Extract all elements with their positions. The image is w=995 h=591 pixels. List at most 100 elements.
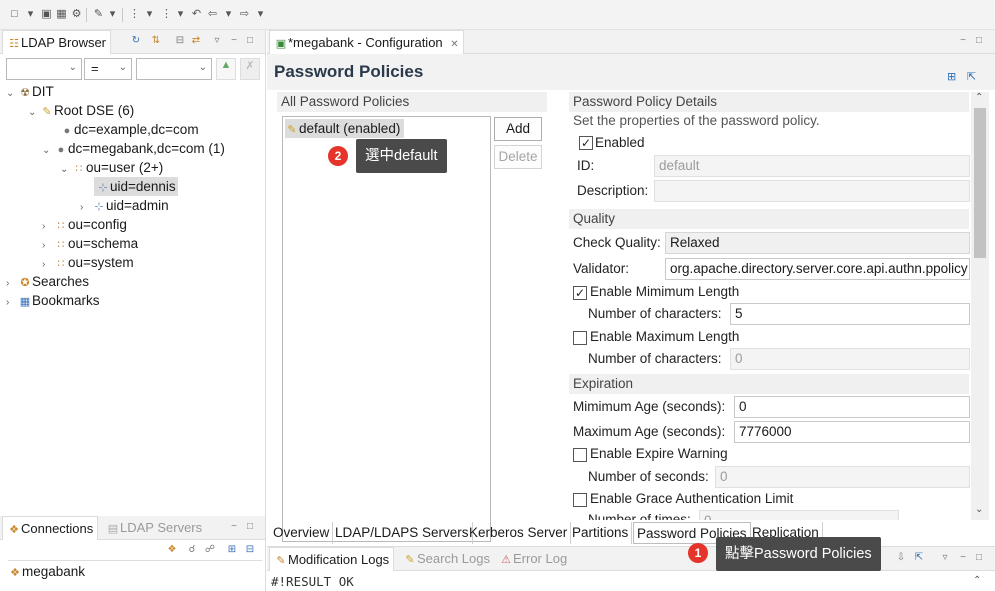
max-chars-field[interactable]: 0	[730, 348, 970, 370]
tab-error-log[interactable]: ⚠ Error Log	[495, 547, 571, 571]
maximize-icon[interactable]: □	[244, 521, 256, 532]
filter-attribute-select[interactable]: ⌄	[6, 58, 82, 80]
chevron-up-icon[interactable]: ⌃	[973, 575, 981, 586]
tab-megabank-configuration[interactable]: ▣ *megabank - Configuration ✕	[269, 30, 464, 54]
dropdown-arrow-icon[interactable]: ▾	[106, 8, 119, 21]
tree-item-root-dse[interactable]: ⌄ ✎ Root DSE (6)	[28, 101, 134, 120]
export-log-icon[interactable]: ⇱	[913, 552, 925, 563]
forward-icon[interactable]: ⇨	[238, 8, 251, 21]
grace-limit-checkbox[interactable]	[573, 493, 587, 507]
tab-modification-logs[interactable]: ✎ Modification Logs	[269, 547, 395, 571]
apply-filter-button[interactable]: ▲	[216, 58, 236, 80]
new-icon[interactable]: □	[8, 8, 21, 21]
minimize-icon[interactable]: −	[957, 552, 969, 563]
collapse-all-icon[interactable]: ⊟	[244, 544, 256, 555]
tree-item-ou-schema[interactable]: › ∷ ou=schema	[42, 234, 138, 253]
view-menu-icon[interactable]: ▿	[939, 552, 951, 563]
back-history-icon[interactable]: ↶	[190, 8, 203, 21]
collapse-all-icon[interactable]: ⊟	[174, 35, 186, 46]
tree-item-bookmarks[interactable]: › ▦ Bookmarks	[6, 291, 100, 310]
min-age-label: Mimimum Age (seconds):	[573, 399, 726, 414]
annotation-icon[interactable]: ⋮	[128, 8, 141, 21]
export-config-icon[interactable]: ⇱	[967, 70, 976, 83]
new-connection-icon[interactable]: ❖	[166, 544, 178, 555]
tree-item-example[interactable]: ● dc=example,dc=com	[48, 120, 199, 139]
minimize-icon[interactable]: −	[228, 35, 240, 46]
settings-icon[interactable]: ⚙	[70, 8, 83, 21]
ldap-browser-view: ☷ LDAP Browser ↻ ⇅ ⊟ ⇄ ▿ − □ ⌄ = ⌄ ⌄ ▲ ✗ ⌄…	[0, 30, 266, 516]
validator-field[interactable]: org.apache.directory.server.core.api.aut…	[665, 258, 970, 280]
chevron-up-icon[interactable]: ⌃	[975, 92, 983, 103]
open-connection-icon[interactable]: ☌	[186, 544, 198, 555]
enabled-checkbox[interactable]: ✓	[579, 136, 593, 150]
tab-ldap-ldaps-servers[interactable]: LDAP/LDAPS Servers	[332, 522, 473, 544]
tab-ldap-servers[interactable]: ▤ LDAP Servers	[102, 516, 206, 540]
tab-ldap-browser[interactable]: ☷ LDAP Browser	[2, 30, 112, 54]
minimize-icon[interactable]: −	[228, 521, 240, 532]
page-title-bar: Password Policies ⊞ ⇱	[267, 54, 995, 90]
expire-warning-checkbox[interactable]	[573, 448, 587, 462]
dropdown-arrow-icon[interactable]: ▾	[174, 8, 187, 21]
print-icon[interactable]: ▦	[55, 8, 68, 21]
times-field[interactable]: 0	[699, 510, 899, 520]
dropdown-arrow-icon[interactable]: ▾	[24, 8, 37, 21]
tab-overview[interactable]: Overview	[270, 522, 334, 544]
seconds-field[interactable]: 0	[715, 466, 970, 488]
dropdown-arrow-icon[interactable]: ▾	[143, 8, 156, 21]
close-connection-icon[interactable]: ☍	[204, 544, 216, 555]
enable-min-length-checkbox[interactable]: ✓	[573, 286, 587, 300]
tab-kerberos-server[interactable]: Kerberos Server	[466, 522, 572, 544]
view-menu-icon[interactable]: ▿	[211, 35, 223, 46]
maximize-icon[interactable]: □	[244, 35, 256, 46]
tree-item-label: uid=admin	[106, 198, 169, 213]
tree-item-uid-dennis[interactable]: ⊹ uid=dennis	[94, 177, 178, 196]
min-age-field[interactable]: 0	[734, 396, 970, 418]
expand-all-icon[interactable]: ⊞	[226, 544, 238, 555]
maximize-icon[interactable]: □	[973, 35, 985, 46]
dropdown-arrow-icon[interactable]: ▾	[222, 8, 235, 21]
enable-max-length-checkbox[interactable]	[573, 331, 587, 345]
save-icon[interactable]: ▣	[40, 8, 53, 21]
tree-item-searches[interactable]: › ✪ Searches	[6, 272, 89, 291]
maximize-icon[interactable]: □	[973, 552, 985, 563]
open-config-icon[interactable]: ⊞	[947, 70, 956, 83]
filter-operator-select[interactable]: = ⌄	[84, 58, 132, 80]
description-field[interactable]	[654, 180, 970, 202]
id-field[interactable]: default	[654, 155, 970, 177]
chevron-down-icon[interactable]: ⌄	[975, 504, 983, 515]
min-chars-field[interactable]: 5	[730, 303, 970, 325]
tab-partitions[interactable]: Partitions	[569, 522, 633, 544]
tree-item-label: Bookmarks	[32, 293, 100, 308]
scroll-lock-icon[interactable]: ⇩	[895, 552, 907, 563]
policy-item-default[interactable]: ✎ default (enabled)	[285, 119, 405, 138]
delete-policy-button[interactable]: Delete	[494, 145, 542, 169]
connection-item-megabank[interactable]: ❖ megabank	[8, 560, 262, 579]
minimize-icon[interactable]: −	[957, 35, 969, 46]
pen-icon[interactable]: ✎	[92, 8, 105, 21]
scrollbar-thumb[interactable]	[974, 108, 986, 258]
close-icon[interactable]: ✕	[450, 39, 458, 50]
tree-item-uid-admin[interactable]: › ⊹ uid=admin	[80, 196, 169, 215]
details-scrollbar[interactable]: ⌃ ⌄	[971, 92, 989, 520]
min-chars-label: Number of characters:	[588, 306, 722, 321]
tree-item-dit[interactable]: ⌄ ☢ DIT	[6, 82, 54, 101]
tree-item-label: dc=megabank,dc=com (1)	[68, 141, 225, 156]
tree-item-megabank[interactable]: ⌄ ● dc=megabank,dc=com (1)	[42, 139, 225, 158]
max-age-field[interactable]: 7776000	[734, 421, 970, 443]
dropdown-arrow-icon[interactable]: ▾	[254, 8, 267, 21]
back-icon[interactable]: ⇦	[206, 8, 219, 21]
ldap-browser-icon: ☷	[9, 38, 19, 50]
check-quality-select[interactable]: Relaxed	[665, 232, 970, 254]
tree-item-ou-system[interactable]: › ∷ ou=system	[42, 253, 134, 272]
clear-filter-button[interactable]: ✗	[240, 58, 260, 80]
link-editor-icon[interactable]: ⇄	[190, 35, 202, 46]
tree-item-ou-config[interactable]: › ∷ ou=config	[42, 215, 127, 234]
link-icon[interactable]: ↻	[130, 35, 142, 46]
tree-item-ou-user[interactable]: ⌄ ∷ ou=user (2+)	[60, 158, 163, 177]
tab-connections[interactable]: ❖ Connections	[2, 516, 99, 540]
add-policy-button[interactable]: Add	[494, 117, 542, 141]
next-annotation-icon[interactable]: ⋮	[160, 8, 173, 21]
refresh-icon[interactable]: ⇅	[150, 35, 162, 46]
tab-search-logs[interactable]: ✎ Search Logs	[399, 547, 494, 571]
filter-value-select[interactable]: ⌄	[136, 58, 212, 80]
